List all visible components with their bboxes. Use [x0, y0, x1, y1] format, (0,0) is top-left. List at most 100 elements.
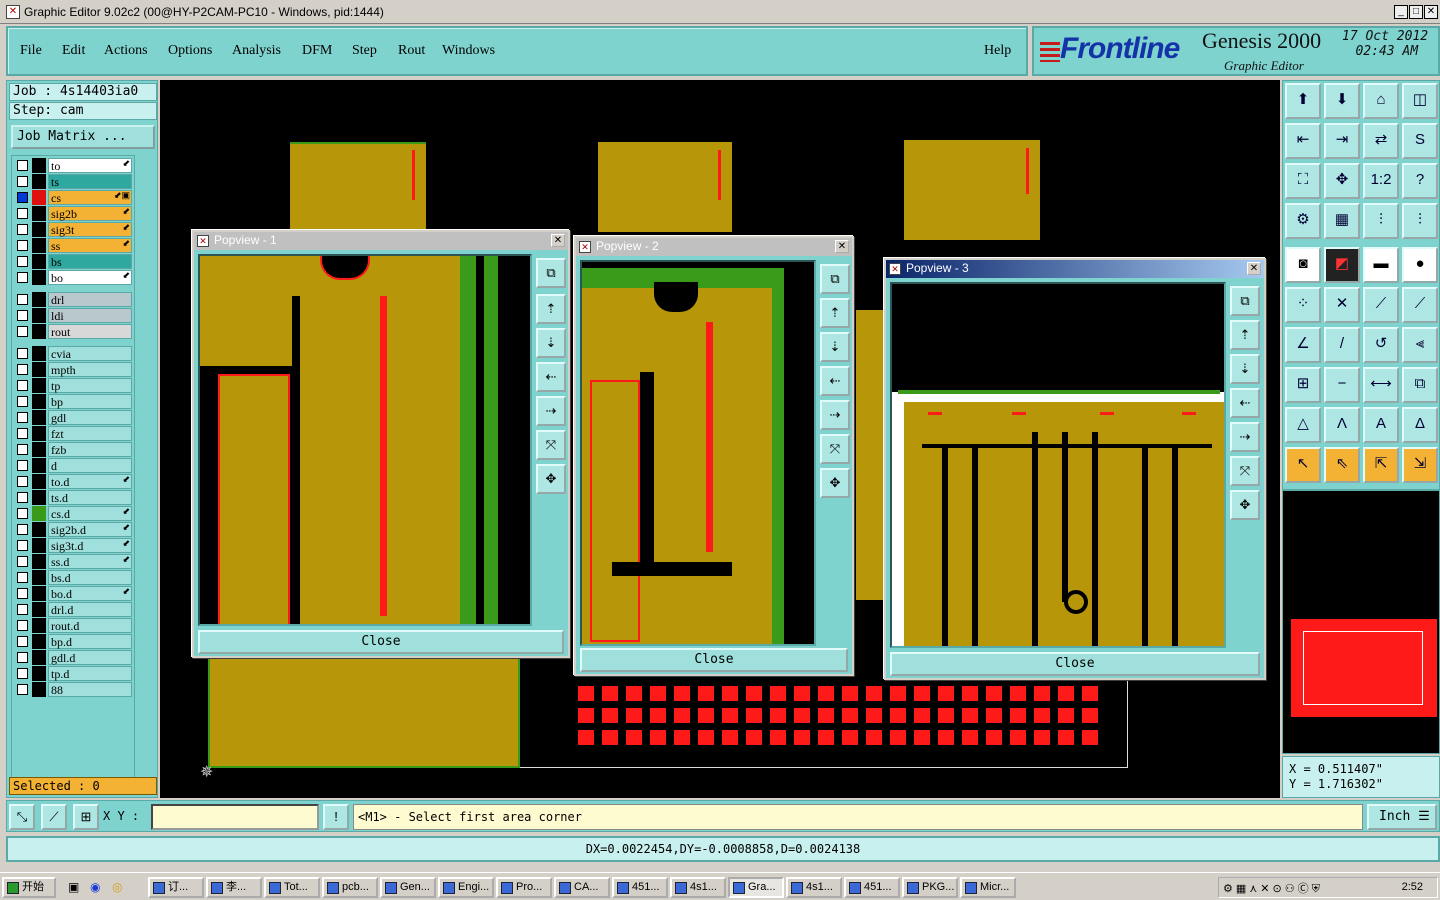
bracket-icon[interactable]: ⫷ — [1402, 327, 1438, 363]
layer-color-swatch[interactable] — [32, 458, 46, 473]
zoom-in-icon[interactable]: ⤧ — [536, 430, 566, 460]
layer-name[interactable]: tp — [48, 378, 132, 393]
layer-name[interactable]: rout — [48, 324, 132, 339]
close-icon[interactable]: ✕ — [1247, 262, 1261, 275]
layer-name[interactable]: ldi — [48, 308, 132, 323]
taskbar-item[interactable]: Micr... — [960, 877, 1016, 898]
layer-color-swatch[interactable] — [32, 554, 46, 569]
layer-row[interactable]: bs.d — [14, 570, 132, 585]
popview-1-close-button[interactable]: Close — [198, 630, 564, 654]
layer-checkbox[interactable] — [17, 272, 28, 283]
taskbar-item[interactable]: Engi... — [438, 877, 494, 898]
layer-name[interactable]: to — [48, 158, 132, 173]
snap-grid-icon[interactable]: ⊞ — [73, 804, 99, 830]
pan-left-icon[interactable]: ⇠ — [1230, 388, 1260, 418]
layer-name[interactable]: ts — [48, 174, 132, 189]
draw-icon[interactable]: ◩ — [1324, 247, 1360, 283]
layer-row[interactable]: cs.d ⬋ — [14, 506, 132, 521]
taskbar-item[interactable]: pcb... — [322, 877, 378, 898]
layer-checkbox[interactable] — [17, 588, 28, 599]
layer-color-swatch[interactable] — [32, 570, 46, 585]
layer-color-swatch[interactable] — [32, 308, 46, 323]
pan-up-icon[interactable]: ⇡ — [1230, 320, 1260, 350]
taskbar-item[interactable]: 李... — [206, 877, 262, 898]
layer-row[interactable]: sig3t ⬋ — [14, 222, 132, 237]
layer-checkbox[interactable] — [17, 160, 28, 171]
layer-checkbox[interactable] — [17, 668, 28, 679]
layer-row[interactable]: ts.d — [14, 490, 132, 505]
layer-name[interactable]: bo.d — [48, 586, 132, 601]
zoom-home-icon[interactable]: ⧉ — [536, 258, 566, 288]
layer-name[interactable]: ts.d — [48, 490, 132, 505]
menu-actions[interactable]: Actions — [104, 43, 148, 59]
zoom-area-icon[interactable]: ⤡ — [9, 804, 35, 830]
layer-name[interactable]: fzt — [48, 426, 132, 441]
select-icon[interactable]: ⇖ — [1324, 447, 1360, 483]
zoom-out-icon[interactable]: ✥ — [1230, 490, 1260, 520]
layer-name[interactable]: gdl.d — [48, 650, 132, 665]
start-button[interactable]: 开始 — [2, 877, 56, 898]
menu-options[interactable]: Options — [168, 43, 212, 59]
swap-icon[interactable]: ⇄ — [1363, 123, 1399, 159]
layer-row[interactable]: bp — [14, 394, 132, 409]
taskbar-item[interactable]: 451... — [612, 877, 668, 898]
desktop-icon[interactable]: ▣ — [68, 880, 79, 894]
layer-name[interactable]: gdl — [48, 410, 132, 425]
close-icon[interactable]: ✕ — [551, 234, 565, 247]
job-matrix-button[interactable]: Job Matrix ... — [11, 125, 155, 149]
xy-input[interactable] — [151, 804, 319, 830]
layer-row[interactable]: bo ⬋ — [14, 270, 132, 285]
layer-checkbox[interactable] — [17, 572, 28, 583]
zoom-home-icon[interactable]: ⧉ — [820, 264, 850, 294]
layer-row[interactable]: cs ⬋▣ — [14, 190, 132, 205]
step-up-icon[interactable]: ⬆ — [1285, 83, 1321, 119]
triangle-3-icon[interactable]: A — [1363, 407, 1399, 443]
layer-color-swatch[interactable] — [32, 474, 46, 489]
layer-name[interactable]: mpth — [48, 362, 132, 377]
pad-icon[interactable]: ◙ — [1285, 247, 1321, 283]
layer-row[interactable]: drl.d — [14, 602, 132, 617]
layer-name[interactable]: bp — [48, 394, 132, 409]
ie-icon[interactable]: ◉ — [90, 880, 100, 894]
layer-name[interactable]: fzb — [48, 442, 132, 457]
layer-checkbox[interactable] — [17, 476, 28, 487]
layer-ctrl-2-icon[interactable]: ⫶ — [1402, 203, 1438, 239]
maximize-button[interactable]: □ — [1409, 5, 1423, 19]
layer-row[interactable]: drl — [14, 292, 132, 307]
snap-icon[interactable]: ⊞ — [1285, 367, 1321, 403]
layer-color-swatch[interactable] — [32, 394, 46, 409]
taskbar-item[interactable]: 4s1... — [670, 877, 726, 898]
triangle-2-icon[interactable]: Λ — [1324, 407, 1360, 443]
pan-down-icon[interactable]: ⇣ — [1230, 354, 1260, 384]
taskbar-item[interactable]: Gen... — [380, 877, 436, 898]
layer-color-swatch[interactable] — [32, 650, 46, 665]
layer-checkbox[interactable] — [17, 294, 28, 305]
question-icon[interactable]: ? — [1402, 163, 1438, 199]
layer-row[interactable]: bp.d — [14, 634, 132, 649]
info-icon[interactable]: ! — [323, 804, 349, 830]
span-icon[interactable]: ⟷ — [1363, 367, 1399, 403]
layer-color-swatch[interactable] — [32, 174, 46, 189]
layer-checkbox[interactable] — [17, 412, 28, 423]
layer-color-swatch[interactable] — [32, 634, 46, 649]
layer-row[interactable]: to ⬋ — [14, 158, 132, 173]
layer-row[interactable]: tp.d — [14, 666, 132, 681]
layer-color-swatch[interactable] — [32, 292, 46, 307]
pan-right-icon[interactable]: ⇢ — [1230, 422, 1260, 452]
layer-name[interactable]: sig2b — [48, 206, 132, 221]
overview-map[interactable] — [1282, 490, 1440, 754]
line-icon[interactable]: ⟋ — [1363, 287, 1399, 323]
layer-color-swatch[interactable] — [32, 602, 46, 617]
layer-name[interactable]: to.d — [48, 474, 132, 489]
layer-checkbox[interactable] — [17, 684, 28, 695]
layer-color-swatch[interactable] — [32, 206, 46, 221]
layer-name[interactable]: sig2b.d — [48, 522, 132, 537]
layer-checkbox[interactable] — [17, 396, 28, 407]
layer-row[interactable]: mpth — [14, 362, 132, 377]
pan-up-icon[interactable]: ⇡ — [820, 298, 850, 328]
triangle-icon[interactable]: △ — [1285, 407, 1321, 443]
layer-name[interactable]: 88 — [48, 682, 132, 697]
layer-checkbox[interactable] — [17, 460, 28, 471]
pan-left-icon[interactable]: ⇠ — [536, 362, 566, 392]
layer-checkbox[interactable] — [17, 176, 28, 187]
